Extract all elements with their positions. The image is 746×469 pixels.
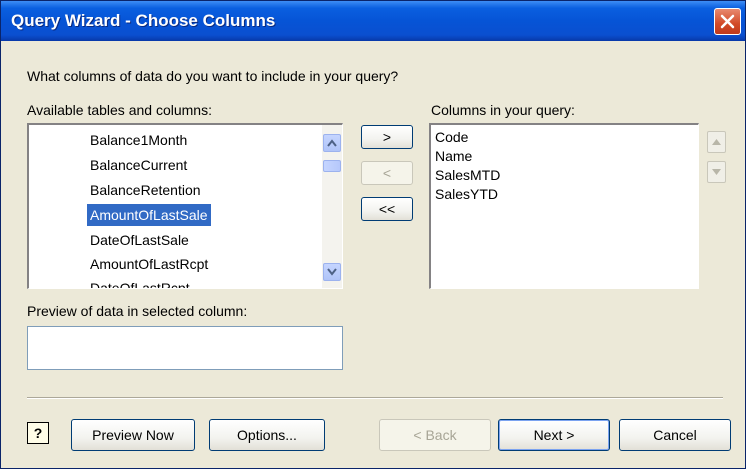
close-button[interactable]	[714, 8, 741, 35]
next-button[interactable]: Next >	[498, 419, 610, 451]
close-icon	[720, 14, 735, 29]
list-item[interactable]: DateOfLastRcpt	[87, 277, 193, 288]
list-item[interactable]: BalanceRetention	[87, 179, 204, 201]
window-title: Query Wizard - Choose Columns	[11, 11, 276, 30]
query-columns-list[interactable]: Code Name SalesMTD SalesYTD	[429, 123, 699, 289]
remove-column-button[interactable]: <	[361, 161, 413, 185]
vertical-scrollbar[interactable]	[322, 125, 342, 288]
preview-label: Preview of data in selected column:	[27, 303, 248, 319]
cancel-button[interactable]: Cancel	[619, 419, 731, 451]
instruction-text: What columns of data do you want to incl…	[27, 68, 399, 84]
list-item[interactable]: SalesYTD	[431, 185, 698, 204]
triangle-down-icon	[712, 169, 721, 175]
list-item[interactable]: BalanceCurrent	[87, 154, 190, 176]
list-item[interactable]: AmountOfLastRcpt	[87, 253, 211, 275]
separator	[27, 397, 723, 399]
scroll-up-button[interactable]	[323, 134, 341, 152]
list-item[interactable]: Balance1Month	[87, 129, 190, 151]
remove-all-columns-button[interactable]: <<	[361, 197, 413, 221]
list-item[interactable]: SalesMTD	[431, 166, 698, 185]
list-item[interactable]: Name	[431, 147, 698, 166]
scroll-down-button[interactable]	[323, 263, 341, 281]
chevron-up-icon	[327, 139, 337, 147]
triangle-up-icon	[712, 139, 721, 145]
chevron-down-icon	[327, 268, 337, 276]
query-wizard-dialog: Query Wizard - Choose Columns What colum…	[0, 0, 746, 469]
options-button[interactable]: Options...	[209, 419, 325, 451]
available-columns-label: Available tables and columns:	[27, 102, 212, 118]
preview-now-button[interactable]: Preview Now	[71, 419, 195, 451]
list-item[interactable]: Code	[431, 128, 698, 147]
add-column-button[interactable]: >	[361, 125, 413, 149]
title-bar: Query Wizard - Choose Columns	[1, 1, 745, 41]
back-button[interactable]: < Back	[379, 419, 491, 451]
help-button[interactable]: ?	[27, 422, 49, 444]
query-columns-label: Columns in your query:	[431, 102, 575, 118]
list-item-selected[interactable]: AmountOfLastSale	[87, 204, 211, 226]
list-item[interactable]: DateOfLastSale	[87, 229, 192, 251]
move-down-button[interactable]	[707, 161, 726, 183]
preview-field	[27, 326, 343, 370]
move-up-button[interactable]	[707, 131, 726, 153]
available-columns-list[interactable]: Balance1Month BalanceCurrent BalanceRete…	[27, 123, 343, 289]
scroll-thumb[interactable]	[323, 160, 341, 172]
